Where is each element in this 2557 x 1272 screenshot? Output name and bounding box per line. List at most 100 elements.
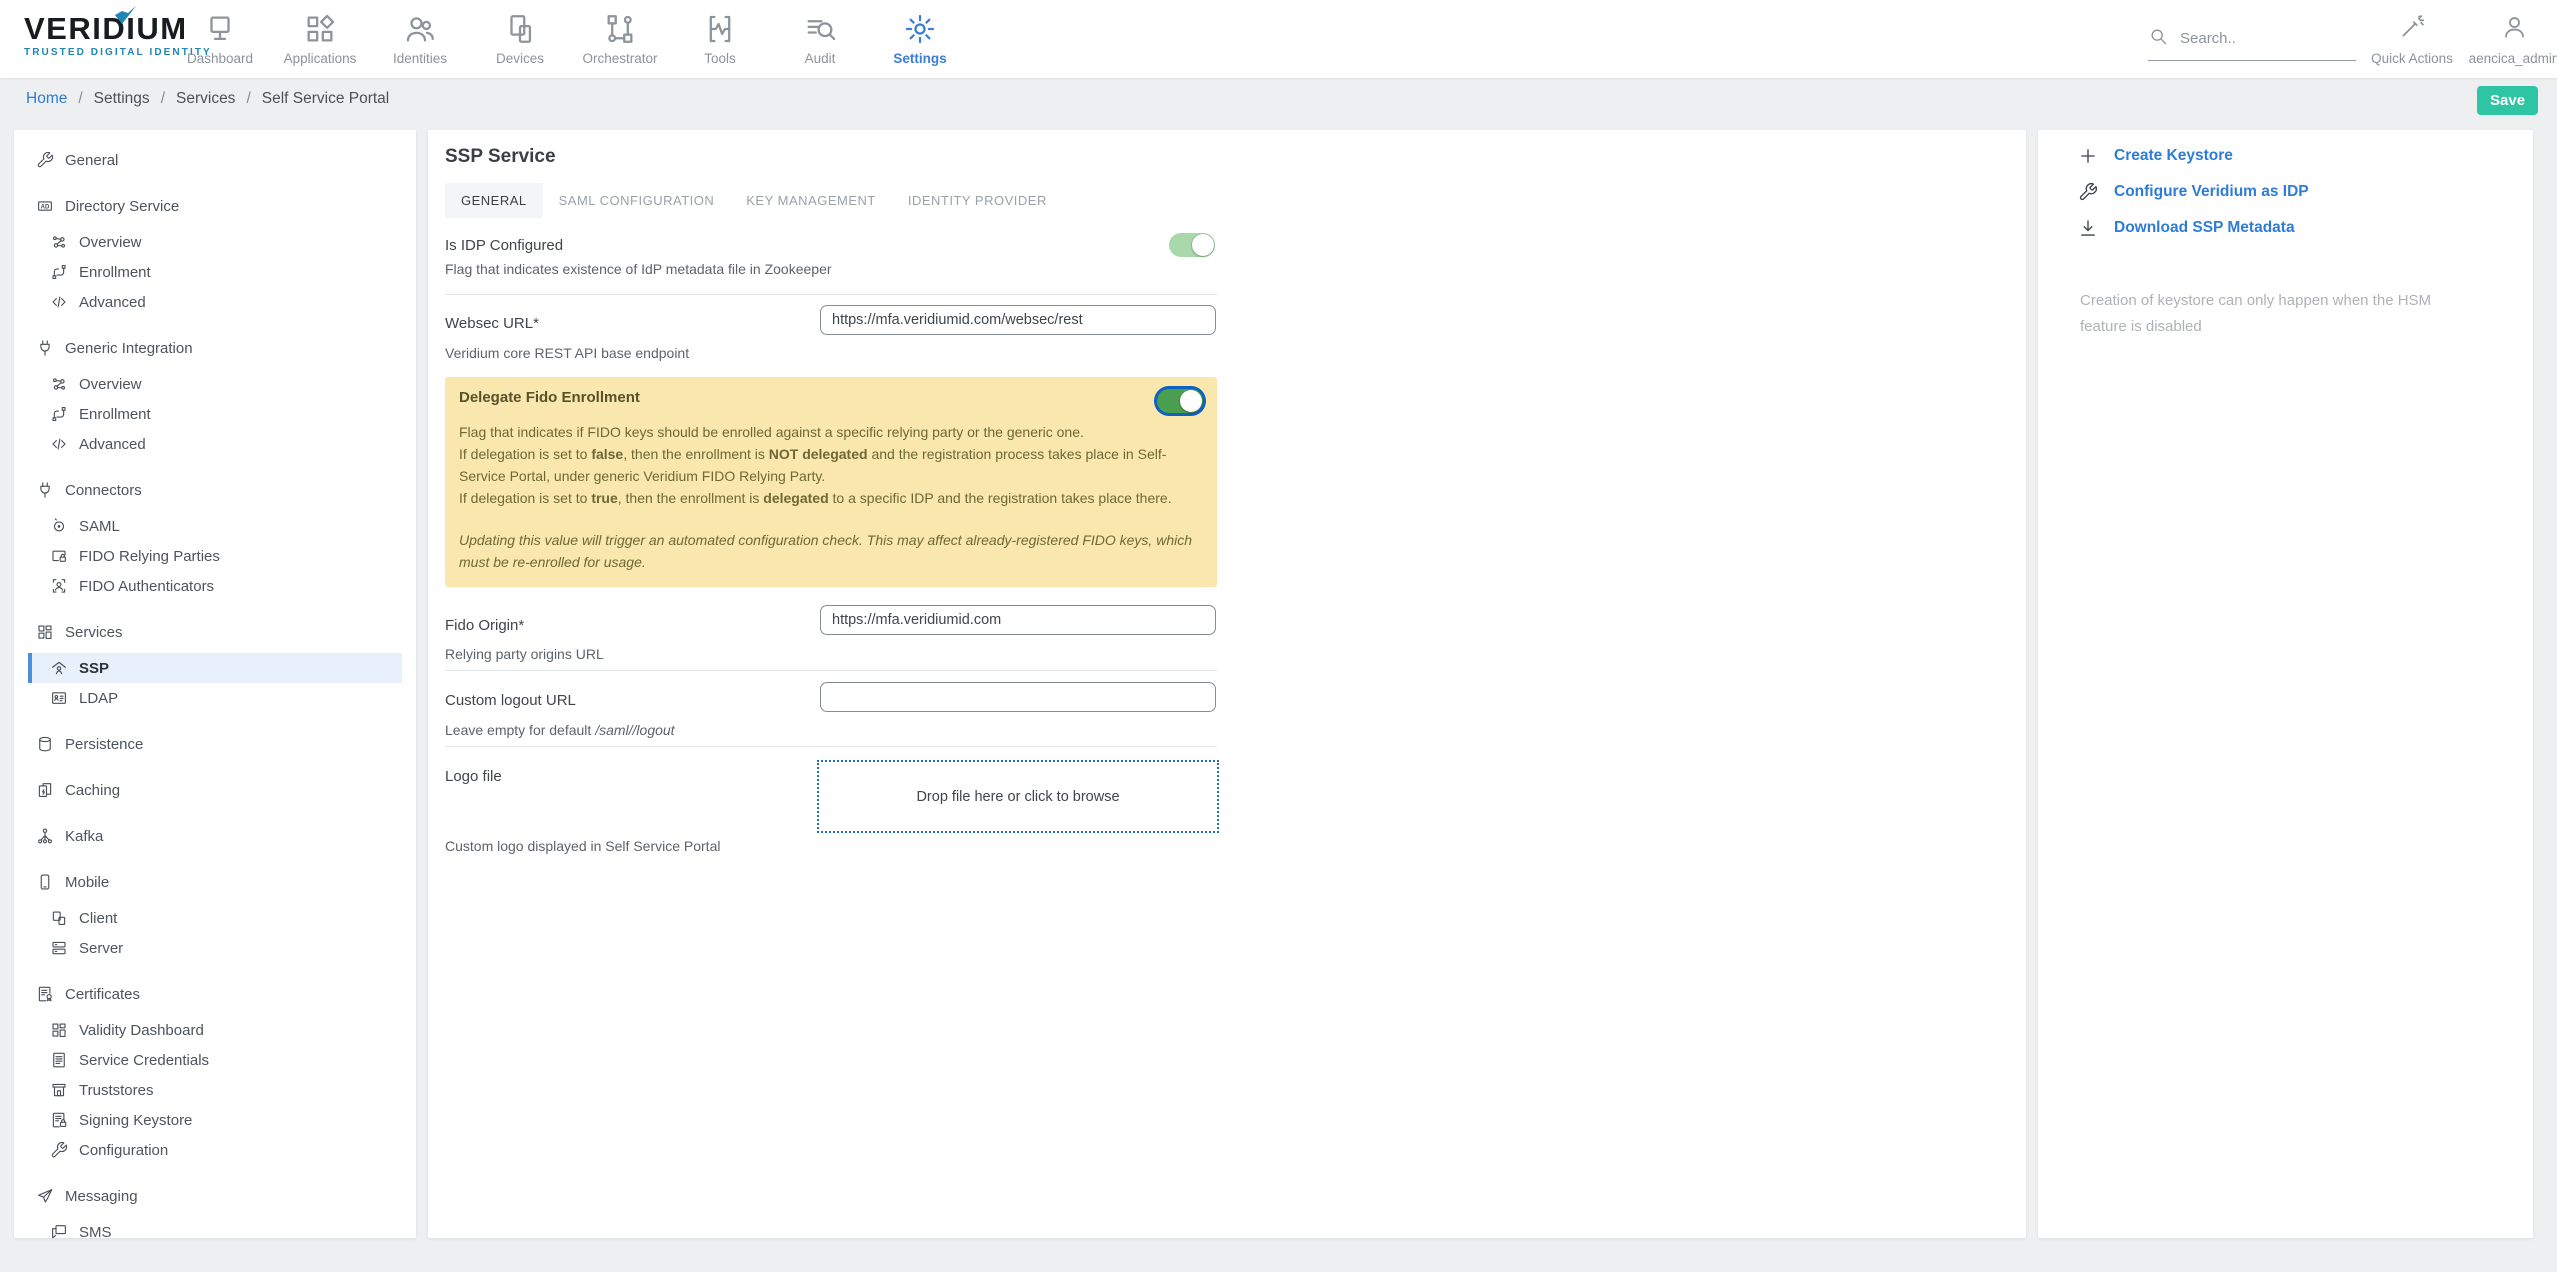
network-icon [28, 827, 54, 845]
breadcrumb-home[interactable]: Home [26, 90, 67, 108]
sidebar-item-enrollment[interactable]: Enrollment [28, 399, 402, 429]
breadcrumb-self-service-portal: Self Service Portal [261, 90, 390, 107]
sidebar-item-services[interactable]: Services [28, 617, 402, 647]
save-button[interactable]: Save [2477, 86, 2539, 115]
text-segment: Flag that indicates if FIDO keys should … [459, 424, 1084, 440]
quick-actions-button[interactable]: Quick Actions [2362, 13, 2462, 66]
nav-item-tools[interactable]: Tools [670, 0, 770, 78]
nav-item-applications[interactable]: Applications [270, 0, 370, 78]
quick-actions-label: Quick Actions [2371, 51, 2453, 66]
seal-icon [28, 517, 68, 535]
gear-icon [903, 12, 937, 46]
user-menu[interactable]: aencica_admin [2468, 13, 2557, 66]
text-segment: delegated [763, 490, 829, 506]
code-icon [28, 435, 68, 453]
nodes-icon [28, 233, 68, 251]
text-segment: , then the enrollment is [617, 490, 764, 506]
tab-general[interactable]: GENERAL [445, 183, 543, 218]
sidebar-item-generic-integration[interactable]: Generic Integration [28, 333, 402, 363]
action-link-label: Configure Veridium as IDP [2114, 183, 2309, 200]
delegate-fido-toggle[interactable] [1157, 389, 1203, 413]
logo-file-description: Custom logo displayed in Self Service Po… [445, 838, 721, 854]
nav-item-label: Devices [495, 51, 544, 66]
text-segment: false [591, 446, 624, 462]
search-input[interactable] [2180, 30, 2330, 47]
sidebar-item-label: Overview [79, 233, 142, 251]
sidebar-item-truststores[interactable]: Truststores [28, 1075, 402, 1105]
action-link-create-keystore[interactable]: Create Keystore [2078, 146, 2233, 166]
text-segment: /saml//logout [595, 722, 675, 738]
sidebar-item-advanced[interactable]: Advanced [28, 429, 402, 459]
svg-text:AD: AD [41, 204, 50, 210]
sidebar-item-connectors[interactable]: Connectors [28, 475, 402, 505]
fido-origin-input[interactable] [820, 605, 1216, 635]
text-segment: Updating this value will trigger an auto… [459, 532, 1193, 570]
download-icon [2078, 218, 2098, 238]
sidebar-item-kafka[interactable]: Kafka [28, 821, 402, 851]
sidebar-item-advanced[interactable]: Advanced [28, 287, 402, 317]
sidebar-item-caching[interactable]: Caching [28, 775, 402, 805]
sidebar-item-server[interactable]: Server [28, 933, 402, 963]
client-devices-icon [28, 909, 68, 927]
sidebar-item-directory-service[interactable]: AD Directory Service [28, 191, 402, 221]
nav-item-orchestrator[interactable]: Orchestrator [570, 0, 670, 78]
sidebar-item-mobile[interactable]: Mobile [28, 867, 402, 897]
doc-lines-icon [28, 1051, 68, 1069]
sidebar-item-client[interactable]: Client [28, 903, 402, 933]
sidebar-item-fido-relying-parties[interactable]: FIDO Relying Parties [28, 541, 402, 571]
sidebar-item-general[interactable]: General [28, 145, 402, 175]
audit-icon [803, 12, 837, 46]
sidebar-item-certificates[interactable]: Certificates [28, 979, 402, 1009]
text-segment: If delegation is set to [459, 490, 592, 506]
magic-wand-icon [2399, 13, 2426, 45]
delegate-fido-label: Delegate Fido Enrollment [459, 389, 640, 406]
warning-text-line: If delegation is set to false, then the … [459, 443, 1203, 487]
delegate-fido-header: Delegate Fido Enrollment [459, 389, 1203, 413]
sidebar-item-saml[interactable]: SAML [28, 511, 402, 541]
sidebar-item-fido-authenticators[interactable]: FIDO Authenticators [28, 571, 402, 601]
sidebar-item-label: Enrollment [79, 263, 151, 281]
sidebar-item-enrollment[interactable]: Enrollment [28, 257, 402, 287]
delegate-fido-explanation: Flag that indicates if FIDO keys should … [459, 421, 1203, 509]
flow-icon [603, 12, 637, 46]
custom-logout-input[interactable] [820, 682, 1216, 712]
nav-item-identities[interactable]: Identities [370, 0, 470, 78]
sidebar-item-label: Client [79, 909, 118, 927]
sidebar-item-sms[interactable]: SMS [28, 1217, 402, 1238]
nav-item-dashboard[interactable]: Dashboard [170, 0, 270, 78]
sidebar-item-label: Caching [65, 781, 121, 799]
action-link-download-ssp-metadata[interactable]: Download SSP Metadata [2078, 218, 2295, 238]
sidebar-item-configuration[interactable]: Configuration [28, 1135, 402, 1165]
tab-saml-configuration[interactable]: SAML CONFIGURATION [543, 183, 731, 218]
nav-item-settings[interactable]: Settings [870, 0, 970, 78]
sidebar-item-service-credentials[interactable]: Service Credentials [28, 1045, 402, 1075]
wrench-icon [28, 1141, 68, 1159]
sidebar-item-label: Advanced [79, 435, 146, 453]
wrench-icon [2078, 182, 2098, 202]
sidebar-item-messaging[interactable]: Messaging [28, 1181, 402, 1211]
sidebar-item-persistence[interactable]: Persistence [28, 729, 402, 759]
nav-item-audit[interactable]: Audit [770, 0, 870, 78]
tab-identity-provider[interactable]: IDENTITY PROVIDER [892, 183, 1063, 218]
is-idp-label: Is IDP Configured [445, 237, 564, 254]
nav-item-devices[interactable]: Devices [470, 0, 570, 78]
sidebar-item-ldap[interactable]: LDAP [28, 683, 402, 713]
sidebar-item-overview[interactable]: Overview [28, 227, 402, 257]
app-grid-icon [303, 12, 337, 46]
websec-url-input[interactable] [820, 305, 1216, 335]
database-icon [28, 735, 54, 753]
sidebar-item-validity-dashboard[interactable]: Validity Dashboard [28, 1015, 402, 1045]
logo-dropzone[interactable]: Drop file here or click to browse [817, 760, 1219, 833]
sidebar-item-overview[interactable]: Overview [28, 369, 402, 399]
action-link-configure-veridium-as-idp[interactable]: Configure Veridium as IDP [2078, 182, 2309, 202]
tab-bar: GENERAL SAML CONFIGURATION KEY MANAGEMENT I… [445, 183, 1063, 218]
websec-url-label: Websec URL* [445, 315, 539, 332]
nav-item-label: Dashboard [186, 51, 254, 66]
search-icon [2148, 26, 2168, 51]
sidebar-item-signing-keystore[interactable]: Signing Keystore [28, 1105, 402, 1135]
tab-key-management[interactable]: KEY MANAGEMENT [730, 183, 892, 218]
sidebar-item-ssp[interactable]: SSP [28, 653, 402, 683]
text-segment: , then the enrollment is [623, 446, 769, 462]
sidebar-item-label: Connectors [65, 481, 142, 499]
is-idp-toggle[interactable] [1169, 233, 1215, 257]
